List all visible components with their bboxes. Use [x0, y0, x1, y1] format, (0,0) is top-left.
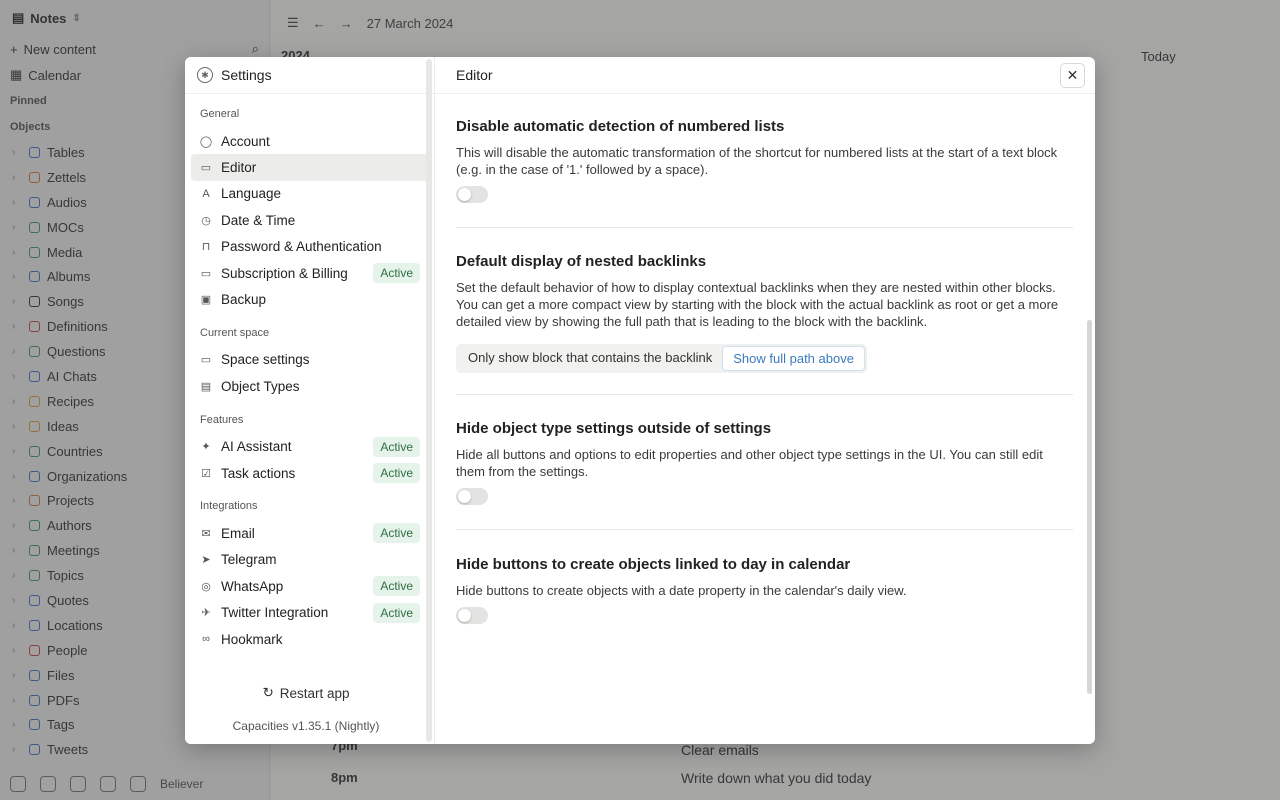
nav-item-label: Twitter Integration [221, 605, 329, 621]
nav-item-label: Editor [221, 160, 257, 176]
hide-day-buttons-toggle[interactable] [456, 607, 488, 624]
nav-item-space-settings[interactable]: ▭ Space settings [191, 347, 428, 373]
nav-item-label: Object Types [221, 378, 300, 394]
option-only-block[interactable]: Only show block that contains the backli… [458, 346, 722, 371]
numbered-lists-toggle[interactable] [456, 186, 488, 203]
nav-item-backup[interactable]: ▣ Backup [191, 286, 428, 312]
nav-item-label: Hookmark [221, 631, 283, 647]
restart-app-button[interactable]: ↻ Restart app [185, 685, 427, 701]
settings-header: ✱ Settings [185, 57, 434, 94]
sparkle-icon: ✦ [201, 441, 211, 454]
setting-hide-day-buttons: Hide buttons to create objects linked to… [456, 556, 1073, 624]
nav-item-label: Date & Time [221, 212, 296, 228]
nav-item-subscription-billing[interactable]: ▭ Subscription & Billing Active [191, 260, 428, 286]
nav-item-password-authentication[interactable]: ⊓ Password & Authentication [191, 234, 428, 260]
nav-item-hookmark[interactable]: ∞ Hookmark [191, 626, 428, 652]
setting-title: Hide object type settings outside of set… [456, 420, 772, 437]
settings-nav: ✱ Settings General ◯ Account ▭ Editor A Langua… [185, 57, 435, 744]
nav-item-ai-assistant[interactable]: ✦ AI Assistant Active [191, 434, 428, 460]
user-icon: ◯ [199, 135, 213, 148]
settings-title: Settings [221, 67, 272, 83]
clock-icon: ◷ [201, 214, 211, 227]
nav-item-label: Password & Authentication [221, 239, 382, 255]
nav-item-whatsapp[interactable]: ◎ WhatsApp Active [191, 573, 428, 599]
nav-item-language[interactable]: A Language [191, 181, 428, 207]
editor-icon: ▭ [200, 162, 212, 175]
card-icon: ▭ [200, 267, 212, 280]
nav-item-task-actions[interactable]: ☑ Task actions Active [191, 460, 428, 486]
nav-item-account[interactable]: ◯ Account [191, 128, 428, 154]
nav-item-label: Subscription & Billing [221, 265, 348, 281]
nav-item-label: Email [221, 525, 255, 541]
setting-hide-object-type: Hide object type settings outside of set… [456, 420, 1073, 505]
nav-item-label: Account [221, 133, 270, 149]
status-badge: Active [373, 263, 420, 284]
settings-content: Editor ✕ Disable automatic detection of … [435, 57, 1095, 744]
status-badge: Active [373, 576, 420, 597]
nav-item-label: WhatsApp [221, 578, 284, 594]
gear-icon: ✱ [197, 67, 213, 83]
option-full-path[interactable]: Show full path above [722, 346, 865, 371]
setting-nested-backlinks: Default display of nested backlinks Set … [456, 253, 1073, 373]
nav-item-label: Task actions [221, 465, 296, 481]
setting-title: Default display of nested backlinks [456, 253, 707, 270]
object-types-icon: ▤ [200, 380, 212, 393]
content-scrollbar[interactable] [1087, 320, 1092, 694]
nav-item-editor[interactable]: ▭ Editor [191, 154, 428, 181]
setting-description: Hide buttons to create objects with a da… [456, 583, 907, 598]
backup-icon: ▣ [200, 294, 212, 307]
settings-nav-list: General ◯ Account ▭ Editor A Language ◷ Date & T… [185, 94, 434, 652]
nav-section-label: Features [200, 413, 244, 426]
setting-description: This will disable the automatic transfor… [456, 145, 1058, 177]
nav-section-label: Integrations [200, 500, 258, 513]
setting-title: Disable automatic detection of numbered … [456, 118, 785, 135]
nav-item-email[interactable]: ✉ Email Active [191, 520, 428, 546]
nav-item-twitter-integration[interactable]: ✈ Twitter Integration Active [191, 599, 428, 625]
divider [456, 394, 1073, 395]
status-badge: Active [373, 436, 420, 457]
nav-item-label: AI Assistant [221, 439, 292, 455]
panel-title: Editor [435, 57, 1095, 94]
close-button[interactable]: ✕ [1060, 63, 1085, 88]
space-icon: ▭ [200, 354, 212, 367]
divider [456, 529, 1073, 530]
nav-item-label: Telegram [221, 552, 277, 568]
nav-scrollbar[interactable] [426, 59, 432, 742]
status-badge: Active [373, 602, 420, 623]
nav-item-label: Backup [221, 292, 267, 308]
setting-numbered-lists: Disable automatic detection of numbered … [456, 118, 1073, 203]
setting-title: Hide buttons to create objects linked to… [456, 556, 851, 573]
send-icon: ➤ [201, 554, 211, 567]
mail-icon: ✉ [201, 527, 211, 540]
hide-object-type-toggle[interactable] [456, 488, 488, 505]
nav-item-label: Space settings [221, 352, 310, 368]
setting-description: Hide all buttons and options to edit pro… [456, 447, 1043, 479]
settings-modal: ✱ Settings General ◯ Account ▭ Editor A Langua… [185, 57, 1095, 744]
language-icon: A [202, 187, 210, 200]
nav-section-label: Current space [200, 326, 270, 339]
setting-description: Set the default behavior of how to displ… [456, 280, 1059, 329]
twitter-icon: ✈ [201, 607, 211, 620]
lock-icon: ⊓ [201, 241, 211, 254]
nav-item-label: Language [221, 186, 282, 202]
whatsapp-icon: ◎ [201, 580, 211, 593]
link-icon: ∞ [202, 633, 210, 646]
restart-label: Restart app [279, 685, 350, 701]
nav-section-label: General [200, 108, 240, 120]
status-badge: Active [373, 523, 420, 544]
checkbox-icon: ☑ [201, 467, 211, 480]
nav-item-date-time[interactable]: ◷ Date & Time [191, 207, 428, 233]
nav-item-object-types[interactable]: ▤ Object Types [191, 373, 428, 399]
backlink-display-selector: Only show block that contains the backli… [456, 344, 867, 373]
close-icon: ✕ [1066, 67, 1079, 83]
divider [456, 227, 1073, 228]
nav-item-telegram[interactable]: ➤ Telegram [191, 547, 428, 573]
status-badge: Active [373, 463, 420, 484]
restart-icon: ↻ [262, 685, 274, 700]
version-label: Capacities v1.35.1 (Nightly) [232, 719, 380, 733]
